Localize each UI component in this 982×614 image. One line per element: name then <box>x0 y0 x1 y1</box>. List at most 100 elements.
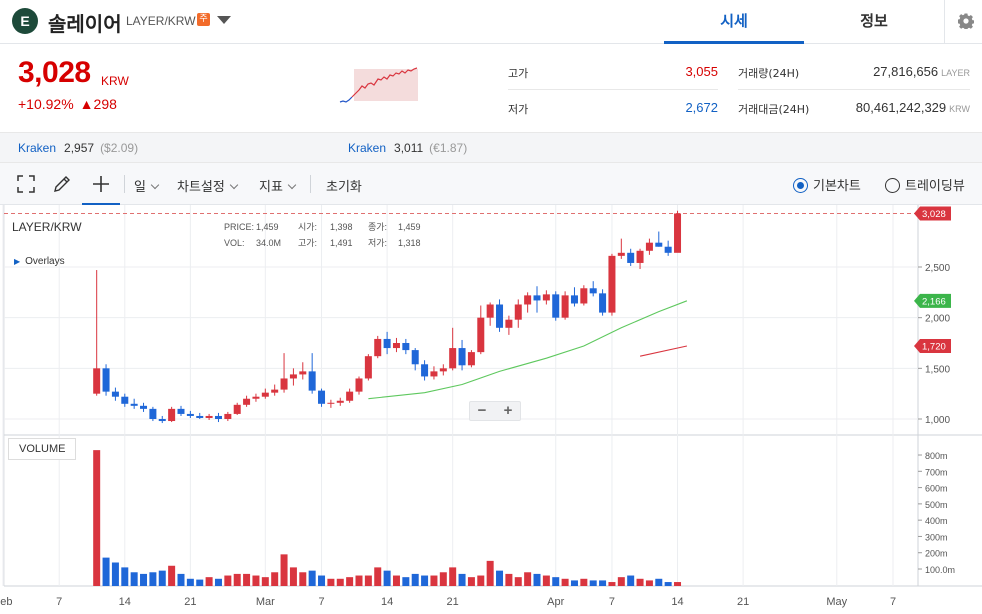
info-value: 1,318 <box>398 238 421 248</box>
candle-body <box>289 374 297 379</box>
info-value: 1,459 <box>398 222 421 232</box>
volume-bar <box>458 573 466 586</box>
volume-bar <box>346 577 354 586</box>
info-label: 고가: <box>298 238 318 248</box>
volume-bar <box>674 582 682 586</box>
volume-bar <box>308 570 316 586</box>
candle-body <box>636 250 644 263</box>
exchange-ref-usd: Kraken 2,957 ($2.09) <box>18 141 138 155</box>
zoom-in-button[interactable]: + <box>496 403 520 419</box>
volume-bar <box>374 567 382 586</box>
volume-unit: LAYER <box>941 68 970 78</box>
candle-body <box>318 390 326 404</box>
exchange-link[interactable]: Kraken <box>18 141 56 155</box>
candle-body <box>467 352 475 366</box>
low-label: 저가 <box>508 103 529 116</box>
volume-bar <box>608 582 616 586</box>
indicator-menu[interactable]: 지표 <box>259 176 297 195</box>
volume-bar <box>402 577 410 586</box>
candle-body <box>552 294 560 318</box>
chevron-down-icon <box>150 180 160 190</box>
tradingview-radio[interactable]: 트레이딩뷰 <box>885 175 965 194</box>
volume-bar <box>93 450 101 586</box>
candle-body <box>655 242 663 247</box>
candle-body <box>280 378 288 390</box>
time-axis-tick-label: 7 <box>318 596 324 608</box>
settings-button[interactable] <box>944 0 982 44</box>
candle-body <box>411 350 419 365</box>
volume-bar <box>655 578 663 586</box>
change-amount: ▲298 <box>79 96 117 112</box>
volume-bar <box>271 572 279 586</box>
pencil-icon <box>54 176 70 192</box>
mini-price-chart <box>338 64 479 113</box>
fullscreen-button[interactable] <box>10 163 42 205</box>
volume-bar <box>664 582 672 586</box>
volume-bar <box>524 572 532 586</box>
candle-body <box>608 255 616 313</box>
candle-body <box>627 252 635 263</box>
volume-bar <box>421 575 429 586</box>
candle-body <box>664 246 672 253</box>
volume-bar <box>383 570 391 586</box>
candle-body <box>336 400 344 403</box>
candle-body <box>111 391 119 397</box>
chart-settings-menu[interactable]: 차트설정 <box>177 176 239 195</box>
amount-number: 80,461,242,329 <box>855 100 947 115</box>
overlays-toggle[interactable]: ▶ Overlays <box>14 256 65 267</box>
basic-chart-radio[interactable]: 기본차트 <box>793 175 861 194</box>
time-axis-tick-label: 21 <box>737 596 749 608</box>
volume-label: 거래량(24H) <box>738 67 800 80</box>
exchange-link[interactable]: Kraken <box>348 141 386 155</box>
zoom-controls: − + <box>469 401 521 421</box>
volume-axis-tick-label: 500m <box>925 500 948 510</box>
zoom-out-button[interactable]: − <box>470 403 494 419</box>
candle-body <box>439 368 447 372</box>
price-summary: 3,028 KRW +10.92% ▲298 고가 3,055 저가 2,672 … <box>0 44 982 132</box>
candle-body <box>383 338 391 349</box>
volume-bar <box>205 577 213 586</box>
draw-tool-button[interactable] <box>46 163 78 205</box>
volume-bar <box>158 570 166 586</box>
volume-bar <box>111 562 119 586</box>
tradingview-label: 트레이딩뷰 <box>905 179 965 194</box>
time-axis-tick-label: Apr <box>547 596 564 608</box>
radio-unselected-icon <box>885 178 900 193</box>
exchange-price: 3,011 <box>394 141 424 155</box>
volume-bar <box>449 567 457 586</box>
time-axis-tick-label: 21 <box>447 596 459 608</box>
candle-body <box>458 348 466 366</box>
price-axis-tick-label: 2,500 <box>925 263 950 274</box>
info-label: 저가: <box>368 238 388 248</box>
chevron-down-icon <box>229 180 239 190</box>
coin-select-dropdown-icon[interactable] <box>217 16 231 24</box>
volume-bar <box>599 580 607 586</box>
volume-bar <box>177 573 185 586</box>
volume-bar <box>514 577 522 586</box>
crosshair-icon <box>93 176 109 192</box>
coin-pair: LAYER/KRW <box>126 14 196 28</box>
crosshair-tool-button[interactable] <box>82 163 120 205</box>
candle-body <box>299 371 307 375</box>
candle-body <box>505 319 513 328</box>
period-select[interactable]: 일 <box>134 176 160 195</box>
tab-info[interactable]: 정보 <box>804 0 944 44</box>
amount-unit: KRW <box>949 104 970 114</box>
coin-name: 솔레이어 <box>48 12 122 36</box>
candle-body <box>580 288 588 304</box>
reset-button[interactable]: 초기화 <box>326 176 362 195</box>
candle-body <box>205 415 213 418</box>
price-chart[interactable]: Feb 7 14 21 Mar 7 14 21 Apr 7 14 21 May 7 2,500 2,000 1,… <box>0 205 982 614</box>
chevron-down-icon <box>287 180 297 190</box>
volume-bar <box>299 572 307 586</box>
volume-bar <box>149 572 157 586</box>
change-percent: +10.92% <box>18 96 74 112</box>
exchange-price: 2,957 <box>64 141 95 155</box>
current-price: 3,028 <box>18 56 91 89</box>
low-value: 2,672 <box>685 100 718 115</box>
candle-body <box>645 242 653 251</box>
volume-axis-tick-label: 700m <box>925 467 948 477</box>
volume-bar <box>130 572 138 586</box>
candle-body <box>421 364 429 377</box>
tab-price[interactable]: 시세 <box>664 0 804 44</box>
